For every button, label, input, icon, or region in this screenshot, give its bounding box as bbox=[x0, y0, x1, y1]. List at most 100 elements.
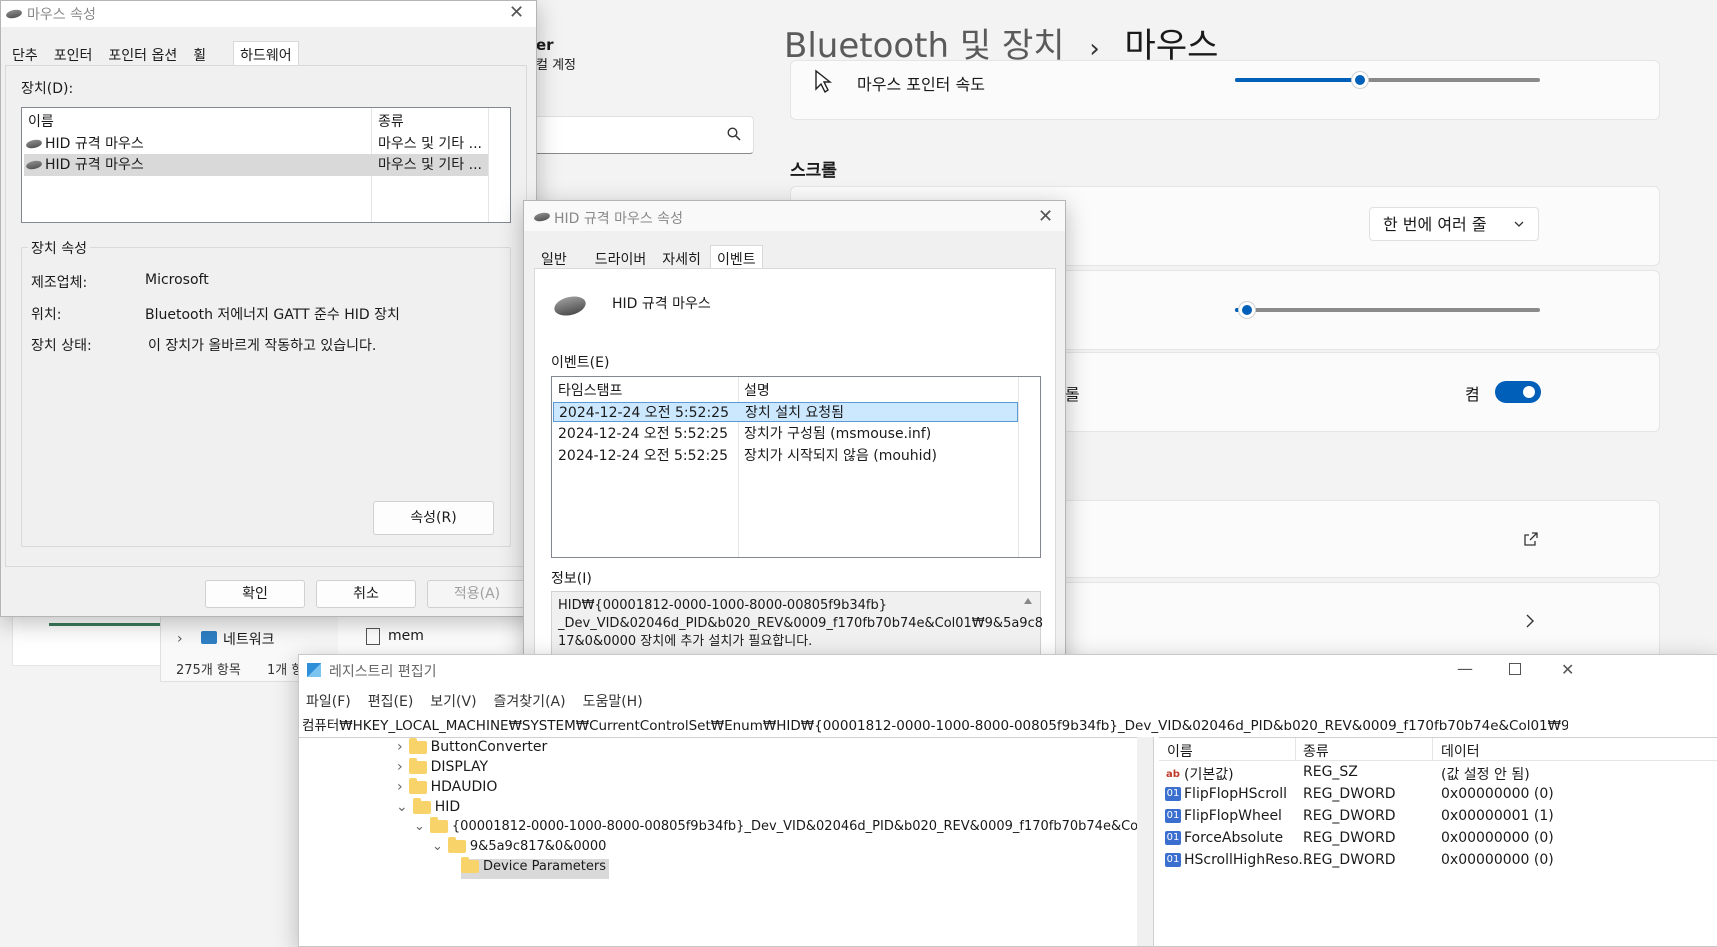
device-row[interactable]: HID 규격 마우스 마우스 및 기타 ... bbox=[25, 133, 488, 155]
event-row[interactable]: 2024-12-24 오전 5:52:25 장치가 구성됨 (msmouse.i… bbox=[553, 424, 1018, 444]
chevron-right-icon[interactable]: › bbox=[397, 759, 403, 775]
chevron-down-icon[interactable]: ⌄ bbox=[396, 799, 408, 815]
close-icon[interactable]: ✕ bbox=[1038, 206, 1053, 227]
event-time: 2024-12-24 오전 5:52:25 bbox=[558, 448, 728, 464]
tree-node[interactable]: › DISPLAY bbox=[397, 757, 489, 775]
menu-view[interactable]: 보기(V) bbox=[430, 691, 476, 711]
dialog-title: HID 규격 마우스 속성 bbox=[554, 211, 683, 227]
chevron-down-icon[interactable]: ⌄ bbox=[432, 839, 443, 854]
column-name[interactable]: 이름 bbox=[1167, 741, 1193, 761]
apply-button[interactable]: 적용(A) bbox=[427, 580, 527, 608]
devices-label: 장치(D): bbox=[21, 81, 74, 97]
chevron-right-icon bbox=[1526, 614, 1534, 628]
registry-address-bar[interactable]: 컴퓨터₩HKEY_LOCAL_MACHINE₩SYSTEM₩CurrentCon… bbox=[302, 714, 1568, 734]
value-row[interactable]: 01 FlipFlopHScroll bbox=[1165, 786, 1287, 802]
value-row[interactable]: 01 FlipFlopWheel bbox=[1165, 808, 1282, 824]
tree-node[interactable]: ⌄ 9&5a9c817&0&0000 bbox=[432, 837, 606, 854]
tree-node[interactable]: ⌄ {00001812-0000-1000-8000-00805f9b34fb}_… bbox=[414, 817, 1153, 834]
toggle-knob bbox=[1523, 386, 1535, 398]
close-icon[interactable]: ✕ bbox=[1561, 660, 1574, 679]
registry-title: 레지스트리 편집기 bbox=[329, 664, 437, 680]
cancel-button[interactable]: 취소 bbox=[316, 580, 416, 608]
ok-button[interactable]: 확인 bbox=[205, 580, 305, 608]
scroll-lines-slider[interactable] bbox=[1235, 308, 1540, 312]
column-name[interactable]: 이름 bbox=[28, 111, 54, 131]
menu-edit[interactable]: 편집(E) bbox=[368, 691, 414, 711]
tree-node-selected[interactable]: Device Parameters bbox=[461, 857, 609, 879]
scroll-lines-thumb[interactable] bbox=[1238, 301, 1256, 319]
binary-value-icon: 01 bbox=[1165, 831, 1181, 845]
tab-pointer-options[interactable]: 포인터 옵션 bbox=[101, 41, 184, 68]
column-divider bbox=[488, 108, 489, 222]
string-value-icon: ab bbox=[1166, 769, 1180, 780]
scroll-section-title: 스크롤 bbox=[790, 161, 837, 181]
file-name[interactable]: mem bbox=[388, 628, 424, 644]
settings-search-input[interactable] bbox=[528, 116, 754, 154]
close-icon[interactable]: ✕ bbox=[509, 2, 524, 23]
column-description[interactable]: 설명 bbox=[744, 380, 770, 400]
mouse-properties-dialog: 마우스 속성 ✕ 단추 포인터 포인터 옵션 휠 하드웨어 장치(D): 이름 … bbox=[0, 0, 537, 617]
tab-buttons[interactable]: 단추 bbox=[5, 41, 45, 68]
tree-node-label: DISPLAY bbox=[430, 759, 489, 775]
folder-icon bbox=[408, 738, 427, 754]
manufacturer-label: 제조업체: bbox=[31, 275, 88, 291]
expand-arrow-icon[interactable]: › bbox=[177, 631, 183, 647]
registry-menu-bar: 파일(F) 편집(E) 보기(V) 즐겨찾기(A) 도움말(H) bbox=[306, 691, 643, 711]
mouse-icon bbox=[533, 211, 551, 223]
binary-value-icon: 01 bbox=[1165, 853, 1181, 867]
column-timestamp[interactable]: 타임스탬프 bbox=[558, 380, 622, 400]
chevron-down-icon[interactable]: ⌄ bbox=[414, 819, 425, 834]
event-row[interactable]: 2024-12-24 오전 5:52:25 장치가 시작되지 않음 (mouhi… bbox=[553, 446, 1018, 466]
tree-scrollbar[interactable] bbox=[1137, 737, 1153, 946]
column-type[interactable]: 종류 bbox=[1303, 741, 1329, 761]
minimize-icon[interactable]: — bbox=[1457, 659, 1473, 678]
tree-node-label: ButtonConverter bbox=[430, 739, 548, 755]
value-row[interactable]: 01 ForceAbsolute bbox=[1165, 830, 1283, 846]
column-type[interactable]: 종류 bbox=[378, 111, 404, 131]
folder-icon bbox=[408, 757, 427, 774]
device-name: HID 규격 마우스 bbox=[45, 157, 144, 173]
value-type: REG_SZ bbox=[1303, 764, 1358, 780]
devices-list[interactable]: 이름 종류 HID 규격 마우스 마우스 및 기타 ... HID 규격 마우스… bbox=[21, 107, 511, 223]
value-row[interactable]: ab (기본값) bbox=[1165, 764, 1234, 784]
folder-icon bbox=[408, 777, 427, 794]
tree-node[interactable]: › HDAUDIO bbox=[397, 777, 497, 795]
group-title: 장치 속성 bbox=[28, 238, 90, 258]
external-link-icon bbox=[1524, 532, 1538, 546]
tree-node[interactable]: › ButtonConverter bbox=[397, 738, 548, 755]
value-data: 0x00000000 (0) bbox=[1441, 830, 1554, 846]
network-icon bbox=[201, 631, 217, 644]
mouse-icon bbox=[25, 138, 43, 150]
menu-favorites[interactable]: 즐겨찾기(A) bbox=[494, 691, 566, 711]
scroll-up-icon[interactable] bbox=[1024, 598, 1032, 604]
value-type: REG_DWORD bbox=[1303, 786, 1396, 802]
tab-pointer[interactable]: 포인터 bbox=[47, 41, 100, 68]
inactive-scroll-toggle[interactable] bbox=[1495, 381, 1541, 403]
pointer-speed-label: 마우스 포인터 속도 bbox=[857, 75, 985, 94]
pointer-speed-thumb[interactable] bbox=[1351, 71, 1369, 89]
chevron-right-icon[interactable]: › bbox=[397, 739, 403, 755]
events-label: 이벤트(E) bbox=[551, 355, 610, 371]
events-list[interactable]: 타임스탬프 설명 2024-12-24 오전 5:52:25 장치 설치 요청됨… bbox=[551, 376, 1041, 558]
tree-node[interactable]: ⌄ HID bbox=[396, 797, 460, 815]
value-type: REG_DWORD bbox=[1303, 852, 1396, 868]
event-row-selected[interactable]: 2024-12-24 오전 5:52:25 장치 설치 요청됨 bbox=[553, 402, 1018, 422]
toggle-state-label: 켬 bbox=[1465, 385, 1480, 404]
value-name: ForceAbsolute bbox=[1184, 830, 1284, 846]
device-row-selected[interactable]: HID 규격 마우스 마우스 및 기타 ... bbox=[24, 154, 488, 176]
maximize-icon[interactable] bbox=[1509, 663, 1521, 675]
menu-help[interactable]: 도움말(H) bbox=[583, 691, 643, 711]
properties-button[interactable]: 속성(R) bbox=[373, 501, 494, 535]
tab-hardware[interactable]: 하드웨어 bbox=[233, 41, 299, 68]
network-label[interactable]: 네트워크 bbox=[223, 629, 275, 649]
scroll-mode-dropdown[interactable]: 한 번에 여러 줄 bbox=[1369, 207, 1539, 241]
pointer-speed-fill bbox=[1235, 78, 1360, 82]
column-data[interactable]: 데이터 bbox=[1441, 741, 1480, 761]
value-name: FlipFlopHScroll bbox=[1184, 786, 1288, 802]
pointer-speed-card: 마우스 포인터 속도 bbox=[790, 60, 1660, 120]
chevron-right-icon[interactable]: › bbox=[397, 779, 403, 795]
tab-wheel[interactable]: 휠 bbox=[186, 41, 213, 68]
value-row[interactable]: 01 HScrollHighReso... bbox=[1165, 852, 1312, 868]
info-text-box[interactable]: HID₩{00001812-0000-1000-8000-00805f9b34f… bbox=[551, 591, 1043, 663]
menu-file[interactable]: 파일(F) bbox=[306, 691, 351, 711]
